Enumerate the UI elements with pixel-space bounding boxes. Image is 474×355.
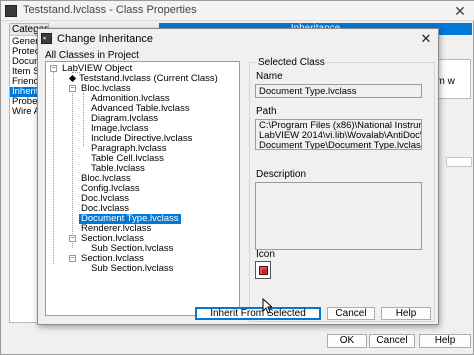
labview-dialog-icon: ▪ bbox=[41, 33, 52, 44]
lvclass-cube-icon bbox=[259, 266, 268, 275]
mouse-cursor-icon bbox=[262, 297, 274, 314]
description-field bbox=[255, 182, 422, 250]
current-class-diamond-icon bbox=[68, 74, 77, 83]
inheritance-field bbox=[446, 157, 472, 167]
icon-label: Icon bbox=[256, 249, 275, 260]
path-field: C:\Program Files (x86)\National Instrume… bbox=[255, 119, 422, 150]
dialog-titlebar: ▪ Change Inheritance ✕ bbox=[38, 29, 438, 49]
collapse-toggle-icon[interactable]: − bbox=[69, 85, 76, 92]
selected-class-group: Selected Class Name Document Type.lvclas… bbox=[249, 57, 435, 322]
collapse-toggle-icon[interactable]: − bbox=[50, 65, 57, 72]
tree-node-sub-section-2[interactable]: Sub Section.lvclass bbox=[91, 264, 173, 274]
name-label: Name bbox=[256, 71, 283, 82]
change-inheritance-dialog: ▪ Change Inheritance ✕ All Classes in Pr… bbox=[37, 28, 439, 325]
help-button[interactable]: Help bbox=[419, 334, 471, 348]
ok-button[interactable]: OK bbox=[327, 334, 367, 348]
tree-connector bbox=[83, 93, 84, 147]
inherit-from-selected-button[interactable]: Inherit From Selected bbox=[195, 307, 321, 320]
path-label: Path bbox=[256, 106, 277, 117]
tree-connector bbox=[53, 72, 54, 264]
selected-class-title: Selected Class bbox=[256, 57, 327, 68]
class-properties-title: Teststand.lvclass - Class Properties bbox=[23, 4, 197, 16]
path-line: Document Type\Document Type.lvclass bbox=[259, 140, 422, 150]
description-label: Description bbox=[256, 169, 307, 180]
labview-app-icon bbox=[5, 5, 17, 17]
dialog-help-button[interactable]: Help bbox=[381, 307, 431, 320]
collapse-toggle-icon[interactable]: − bbox=[69, 255, 76, 262]
cancel-button[interactable]: Cancel bbox=[369, 334, 415, 348]
close-icon[interactable]: ✕ bbox=[416, 30, 436, 48]
dialog-title: Change Inheritance bbox=[57, 33, 154, 45]
close-icon[interactable]: ✕ bbox=[449, 2, 471, 20]
class-icon-box bbox=[255, 261, 271, 279]
all-classes-label: All Classes in Project bbox=[45, 50, 139, 61]
name-field: Document Type.lvclass bbox=[255, 84, 422, 98]
tree-connector bbox=[72, 87, 73, 248]
class-tree[interactable]: − LabVIEW Object Teststand.lvclass (Curr… bbox=[45, 61, 240, 316]
collapse-toggle-icon[interactable]: − bbox=[69, 235, 76, 242]
dialog-cancel-button[interactable]: Cancel bbox=[327, 307, 375, 320]
class-properties-titlebar: Teststand.lvclass - Class Properties ✕ bbox=[1, 1, 474, 21]
